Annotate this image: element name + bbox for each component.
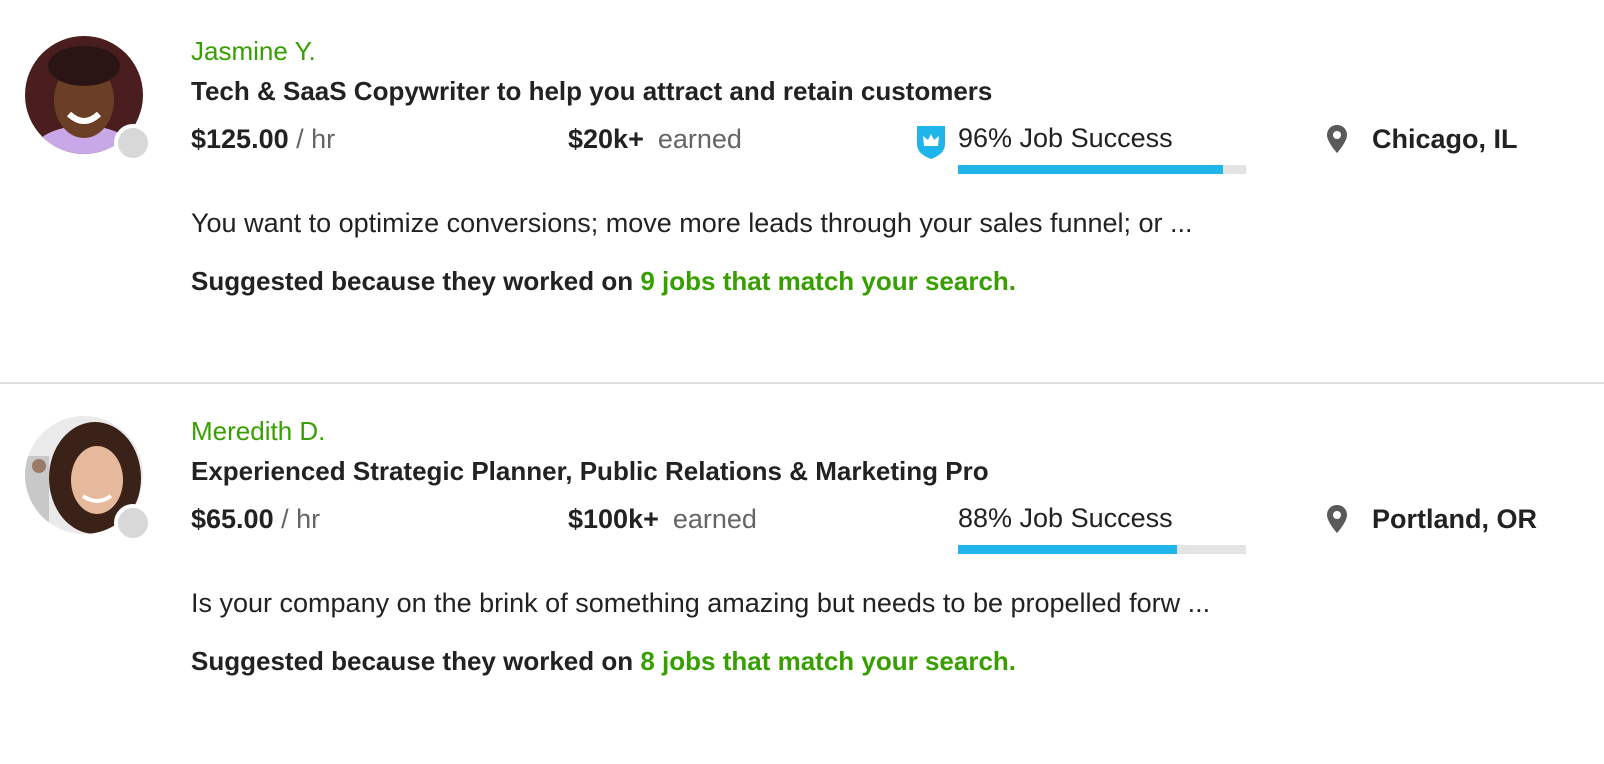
hourly-rate: $65.00 / hr xyxy=(191,504,320,535)
freelancer-title: Tech & SaaS Copywriter to help you attra… xyxy=(191,76,993,106)
rate-unit: / hr xyxy=(281,504,321,534)
suggestion-reason: Suggested because they worked on 8 jobs … xyxy=(191,646,1016,677)
earned-label: earned xyxy=(657,124,742,154)
rate-amount: $125.00 xyxy=(191,124,289,154)
earned-amount: $100k+ xyxy=(568,504,659,534)
freelancer-name[interactable]: Jasmine Y. xyxy=(191,36,316,67)
job-success-bar xyxy=(958,545,1246,554)
profile-description: Is your company on the brink of somethin… xyxy=(191,588,1211,618)
total-earned: $100k+ earned xyxy=(568,504,757,535)
online-status-icon xyxy=(114,504,152,542)
earned-label: earned xyxy=(672,504,757,534)
location: Portland, OR xyxy=(1372,504,1538,534)
map-pin-icon xyxy=(1326,504,1348,534)
rate-unit: / hr xyxy=(296,124,336,154)
job-success-fill xyxy=(958,165,1223,174)
suggestion-prefix: Suggested because they worked on xyxy=(191,266,634,296)
job-success-text: 96% Job Success xyxy=(958,123,1173,153)
freelancer-card-jasmine[interactable]: Jasmine Y. Tech & SaaS Copywriter to hel… xyxy=(0,0,1604,380)
freelancer-title: Experienced Strategic Planner, Public Re… xyxy=(191,456,989,486)
matching-jobs-link[interactable]: 9 jobs that match your search. xyxy=(640,266,1016,296)
rate-amount: $65.00 xyxy=(191,504,274,534)
hourly-rate: $125.00 / hr xyxy=(191,124,335,155)
map-pin-icon xyxy=(1326,124,1348,154)
location: Chicago, IL xyxy=(1372,124,1518,154)
earned-amount: $20k+ xyxy=(568,124,644,154)
profile-description: You want to optimize conversions; move m… xyxy=(191,208,1193,238)
total-earned: $20k+ earned xyxy=(568,124,742,155)
freelancer-card-meredith[interactable]: Meredith D. Experienced Strategic Planne… xyxy=(0,380,1604,760)
top-rated-shield-crown-icon[interactable] xyxy=(915,124,947,160)
freelancer-name[interactable]: Meredith D. xyxy=(191,416,325,447)
job-success-bar xyxy=(958,165,1246,174)
suggestion-reason: Suggested because they worked on 9 jobs … xyxy=(191,266,1016,297)
suggestion-prefix: Suggested because they worked on xyxy=(191,646,634,676)
online-status-icon xyxy=(114,124,152,162)
matching-jobs-link[interactable]: 8 jobs that match your search. xyxy=(640,646,1016,676)
job-success-text: 88% Job Success xyxy=(958,503,1173,533)
job-success-fill xyxy=(958,545,1177,554)
